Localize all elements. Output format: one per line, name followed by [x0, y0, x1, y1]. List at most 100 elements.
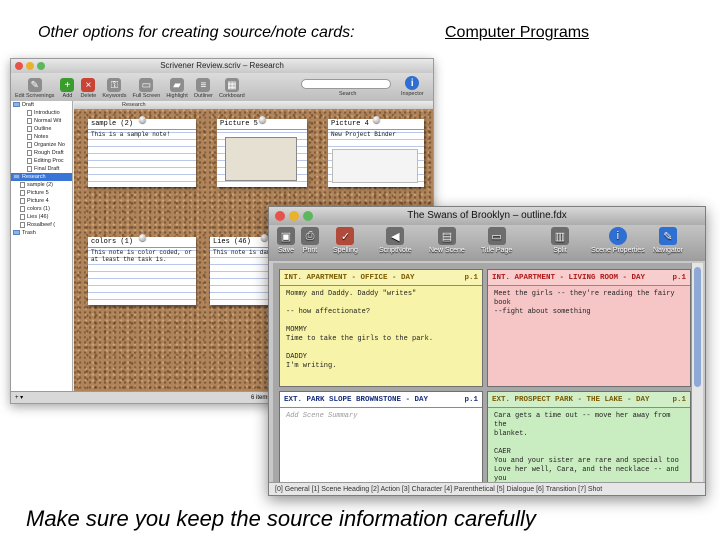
search-input[interactable] [301, 79, 391, 89]
scrivener-titlebar: Scrivener Review.scriv – Research [11, 59, 433, 73]
save-icon: ▣ [277, 227, 295, 245]
info-icon: i [608, 227, 627, 245]
binder-item-label: Outline [34, 126, 52, 132]
toolbar-button-label: Highlight [166, 93, 188, 99]
summary-line: Mommy and Daddy. Daddy "writes" [286, 290, 417, 298]
binder-item[interactable]: Normal Wit [11, 117, 72, 125]
binder-item[interactable]: Picture 4 [11, 197, 72, 205]
summary-line: CAER [494, 448, 511, 456]
toolbar-button-add[interactable]: + Add [60, 78, 75, 99]
zoom-icon[interactable] [303, 211, 313, 221]
binder-item[interactable]: Trash [11, 229, 72, 237]
summary-line: I'm writing. [286, 362, 337, 370]
toolbar-button-info[interactable]: i Scene Properties [591, 227, 645, 254]
scrollbar-thumb[interactable] [694, 267, 701, 387]
toolbar-button-corkboard[interactable]: ▦ Corkboard [219, 78, 245, 99]
toolbar-button-keywords[interactable]: ⚿ Keywords [102, 78, 127, 99]
scene-page-number: p.1 [464, 396, 478, 404]
inspector-button[interactable]: i Inspector [401, 76, 424, 97]
scene-heading: EXT. PROSPECT PARK - THE LAKE - DAY p.1 [488, 392, 690, 408]
toolbar-button-spelling[interactable]: ✓ Spelling [333, 227, 358, 254]
card-body: This note is color coded, or at least th… [91, 249, 192, 263]
full-screen-icon: ▭ [139, 78, 154, 92]
binder-sidebar[interactable]: Draft Introductio Normal Wit Outline Notes Or… [11, 101, 73, 393]
toolbar-button-highlight[interactable]: ▰ Highlight [166, 78, 188, 99]
binder-item-label: Rosalbeef ( [27, 222, 56, 228]
scene-card[interactable]: EXT. PARK SLOPE BROWNSTONE - DAY p.1 Add S… [279, 391, 483, 483]
toolbar-button-label: Keywords [102, 93, 127, 99]
binder-item[interactable]: sample (2) [11, 181, 72, 189]
scene-page-number: p.1 [672, 274, 686, 282]
zoom-icon[interactable] [37, 62, 45, 70]
document-icon [27, 141, 32, 148]
scene-card[interactable]: INT. APARTMENT - OFFICE - DAY p.1 Mommy an… [279, 269, 483, 387]
minimize-icon[interactable] [26, 62, 34, 70]
toolbar-button-save[interactable]: ▣ Save [277, 227, 295, 254]
index-card[interactable]: Picture 5 [217, 119, 307, 187]
document-icon [20, 189, 25, 196]
binder-item-label: Lies (46) [27, 214, 49, 220]
folder-icon [13, 174, 20, 180]
index-card[interactable]: colors (1) This note is color coded, or a… [88, 237, 196, 305]
pushpin-icon [139, 234, 146, 241]
window-controls [15, 62, 45, 70]
binder-item[interactable]: Introductio [11, 109, 72, 117]
toolbar-button-label: Scene Properties [591, 247, 645, 254]
binder-item[interactable]: Outline [11, 125, 72, 133]
scene-summary: Cara gets a time out -- move her away fr… [488, 408, 690, 482]
scene-heading: INT. APARTMENT - OFFICE - DAY p.1 [280, 270, 482, 286]
binder-item[interactable]: Editing Proc [11, 157, 72, 165]
scene-heading: EXT. PARK SLOPE BROWNSTONE - DAY p.1 [280, 392, 482, 408]
close-icon[interactable] [15, 62, 23, 70]
summary-line: -- how affectionate? [286, 308, 371, 316]
binder-item[interactable]: Lies (46) [11, 213, 72, 221]
summary-line [286, 344, 476, 353]
inspector-label: Inspector [401, 91, 424, 97]
toolbar-button-delete[interactable]: × Delete [80, 78, 96, 99]
toolbar-button-label: ScriptNote [379, 247, 412, 254]
binder-item[interactable]: Rough Draft [11, 149, 72, 157]
scene-summary: Mommy and Daddy. Daddy "writes" -- how af… [280, 286, 482, 375]
summary-line: Cara gets a time out -- move her away fr… [494, 412, 671, 429]
binder-item[interactable]: Notes [11, 133, 72, 141]
toolbar-button-title-page[interactable]: ▭ Title Page [481, 227, 512, 254]
add-item-icon[interactable]: + ▾ [15, 392, 23, 403]
toolbar-button-label: Full Screen [132, 93, 161, 99]
search-label: Search [339, 91, 357, 97]
toolbar-button-full-screen[interactable]: ▭ Full Screen [132, 78, 161, 99]
index-card[interactable]: sample (2) This is a sample note! [88, 119, 196, 187]
highlight-icon: ▰ [170, 78, 185, 92]
toolbar-button-new-scene[interactable]: ▤ New Scene [429, 227, 465, 254]
minimize-icon[interactable] [289, 211, 299, 221]
binder-item[interactable]: Final Draft [11, 165, 72, 173]
toolbar-button-navigator[interactable]: ✎ Navigator [653, 227, 683, 254]
slide-caption: Make sure you keep the source informatio… [26, 506, 536, 531]
binder-item[interactable]: Organize No [11, 141, 72, 149]
toolbar-button-outliner[interactable]: ≡ Outliner [194, 78, 213, 99]
binder-item[interactable]: Picture 5 [11, 189, 72, 197]
pushpin-icon [259, 116, 266, 123]
binder-item[interactable]: colors (1) [11, 205, 72, 213]
scene-card[interactable]: INT. APARTMENT - LIVING ROOM - DAY p.1 Mee… [487, 269, 691, 387]
binder-item-label: Rough Draft [34, 150, 64, 156]
toolbar-button-split[interactable]: ▥ Split [551, 227, 569, 254]
title-page-icon: ▭ [487, 227, 506, 245]
summary-line: blanket. [494, 430, 528, 438]
index-card[interactable]: Picture 4 New Project Binder [328, 119, 424, 187]
binder-item-label: colors (1) [27, 206, 50, 212]
toolbar-button-scriptnote[interactable]: ◀ ScriptNote [379, 227, 412, 254]
scene-card[interactable]: EXT. PROSPECT PARK - THE LAKE - DAY p.1 Ca… [487, 391, 691, 483]
binder-item[interactable]: Rosalbeef ( [11, 221, 72, 229]
summary-line: DADDY [286, 353, 308, 361]
binder-item[interactable]: Draft [11, 101, 72, 109]
vertical-scrollbar[interactable] [691, 263, 703, 483]
screenshot-thumbnail [332, 149, 418, 183]
toolbar-button-print[interactable]: ⎙ Print [301, 227, 319, 254]
binder-item-label: Editing Proc [34, 158, 64, 164]
close-icon[interactable] [275, 211, 285, 221]
document-icon [20, 205, 25, 212]
binder-item-label: sample (2) [27, 182, 53, 188]
pushpin-icon [373, 116, 380, 123]
toolbar-button-pencil[interactable]: ✎ Edit Scrivenings [15, 78, 54, 99]
binder-item[interactable]: Research [11, 173, 72, 181]
